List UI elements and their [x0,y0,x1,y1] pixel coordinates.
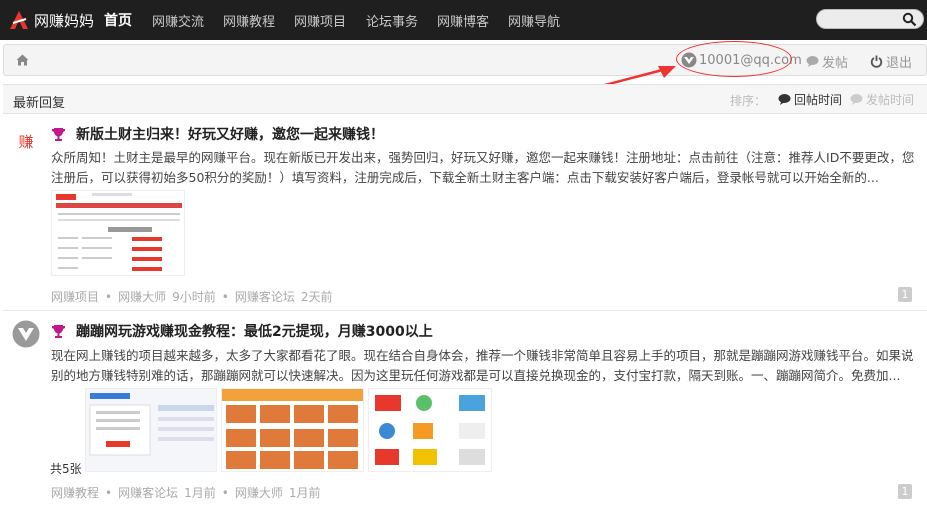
thread-item[interactable]: 赚 新版土财主归来！好玩又好赚，邀您一起来赚钱！ 众所周知！土财主是最早的网赚平… [0,118,927,308]
annotation-ellipse [676,41,792,77]
thread-excerpt: 现在网上赚钱的项目越来越多，太多了大家都看花了眼。现在结合自身体会，推荐一个赚钱… [51,348,914,383]
thread-title-text[interactable]: 蹦蹦网玩游戏赚现金教程：最低2元提现，月赚3000以上 [76,321,433,341]
meta-board[interactable]: 网赚项目 [51,290,99,304]
meta-board[interactable]: 网赚教程 [51,486,99,500]
meta-author[interactable]: 网赚大师 [118,290,166,304]
thread-meta: 网赚项目 • 网赚大师 9小时前 • 网赚客论坛 2天前 [51,288,338,305]
thread-title[interactable]: 蹦蹦网玩游戏赚现金教程：最低2元提现，月赚3000以上 [51,321,433,341]
logout-label: 退出 [886,56,913,71]
logout-button[interactable]: 退出 [870,52,912,71]
search-icon[interactable] [902,12,917,27]
thread-thumbnail[interactable] [85,388,217,472]
image-count-label: 共5张 [50,462,82,476]
thread-title[interactable]: 新版土财主归来！好玩又好赚，邀您一起来赚钱！ [51,124,384,144]
meta-sep: • [105,290,113,304]
nav-home[interactable]: 首页 [104,10,132,30]
sort-reply-label: 回帖时间 [794,93,843,107]
thread-avatar: 赚 [18,133,34,151]
thread-thumbnail[interactable] [51,190,185,276]
comment-icon [850,94,863,105]
screenshot-thumbnail-image [86,389,216,471]
reply-count-badge: 1 [898,287,912,302]
divider [3,310,927,311]
logo-a-icon [10,11,28,29]
meta-last-replier[interactable]: 网赚客论坛 [235,290,295,304]
logo-text: 网赚妈妈 [34,11,95,30]
meta-last-replier[interactable]: 网赚大师 [235,486,283,500]
top-nav: 网赚妈妈 首页 网赚交流 网赚教程 网赚项目 论坛事务 网赚博客 网赚导航 [0,0,927,40]
search-input[interactable] [816,9,924,29]
nav-directory[interactable]: 网赚导航 [508,11,560,30]
meta-time: 1月前 [184,486,216,500]
nav-tutorials[interactable]: 网赚教程 [223,11,275,30]
meta-sep: • [221,486,229,500]
user-avatar-icon [12,320,40,348]
nav-projects[interactable]: 网赚项目 [294,11,346,30]
thread-thumbnail[interactable] [221,388,364,472]
thread-thumbnail[interactable] [368,388,492,472]
comment-icon [806,56,819,67]
meta-reply-time: 2天前 [300,290,333,304]
comment-icon [778,94,791,105]
screenshot-thumbnail-image [52,191,184,275]
meta-sep: • [221,290,229,304]
sort-post-label: 发帖时间 [866,93,915,107]
meta-sep: • [105,486,113,500]
nav-forum-affairs[interactable]: 论坛事务 [366,11,418,30]
thread-meta: 网赚教程 • 网赚客论坛 1月前 • 网赚大师 1月前 [51,484,326,501]
new-post-button[interactable]: 发帖 [806,52,848,71]
thread-title-text[interactable]: 新版土财主归来！好玩又好赚，邀您一起来赚钱！ [76,124,384,144]
new-post-label: 发帖 [822,56,849,71]
game-grid-image [222,389,363,471]
power-icon [870,55,883,68]
thread-item[interactable]: 蹦蹦网玩游戏赚现金教程：最低2元提现，月赚3000以上 现在网上赚钱的项目越来越… [0,312,927,516]
sort-by-reply-time[interactable]: 回帖时间 [778,91,842,108]
meta-reply-time: 1月前 [288,486,321,500]
thread-excerpt: 众所周知！土财主是最早的网赚平台。现在新版已开发出来，强势回归，好玩又好赚，邀您… [51,150,915,185]
reply-count-badge: 1 [898,484,912,499]
section-title: 最新回复 [13,96,66,111]
trophy-icon [52,324,65,338]
app-grid-image [369,389,491,471]
sort-by-post-time[interactable]: 发帖时间 [850,91,914,108]
meta-time: 9小时前 [172,290,216,304]
meta-author[interactable]: 网赚客论坛 [118,486,178,500]
home-icon[interactable] [16,54,29,66]
site-logo[interactable]: 网赚妈妈 [8,7,94,33]
trophy-icon [52,127,65,141]
nav-exchange[interactable]: 网赚交流 [152,11,204,30]
sort-label: 排序： [730,94,767,108]
nav-blog[interactable]: 网赚博客 [437,11,489,30]
section-header: 最新回复 排序： 回帖时间 发帖时间 [3,84,927,114]
